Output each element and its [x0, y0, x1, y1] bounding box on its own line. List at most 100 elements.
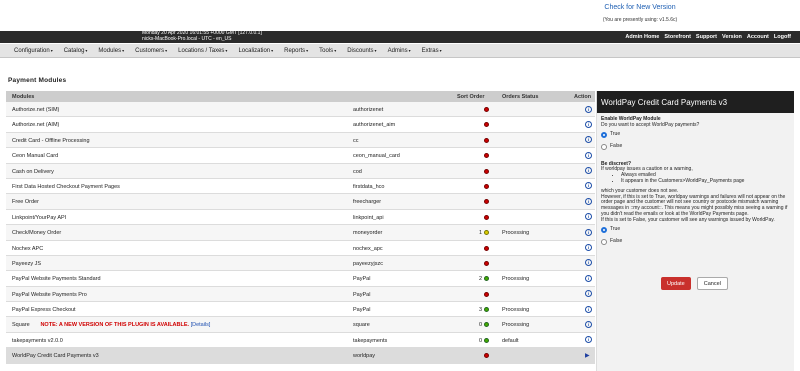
menu-admins[interactable]: Admins: [388, 48, 411, 54]
enable-true-option[interactable]: True: [601, 131, 790, 138]
discreet-false-option[interactable]: False: [601, 238, 790, 245]
table-row[interactable]: Authorize.net (AIM) authorizenet_aim i: [6, 117, 595, 133]
module-code: cc: [353, 137, 359, 144]
sort-order: 0: [478, 322, 482, 329]
menu-configuration[interactable]: Configuration: [14, 48, 53, 54]
sort-order: 1: [478, 230, 482, 237]
current-version-text: (You are presently using: v1.5.6c): [602, 17, 678, 23]
table-row[interactable]: Free Order freecharger i: [6, 194, 595, 210]
info-icon[interactable]: i: [585, 305, 592, 313]
module-name: Payeezy JS: [12, 260, 42, 267]
info-icon[interactable]: i: [585, 259, 592, 267]
table-row[interactable]: First Data Hosted Checkout Payment Pages…: [6, 178, 595, 195]
status-dot-icon: [484, 168, 489, 174]
module-code: authorizenet_aim: [353, 122, 396, 129]
status-dot-icon: [484, 307, 489, 313]
info-icon[interactable]: i: [585, 274, 592, 282]
table-row[interactable]: Square NOTE: A NEW VERSION OF THIS PLUGI…: [6, 317, 595, 333]
col-sort-order: Sort Order: [457, 93, 485, 100]
logoff-link[interactable]: Logoff: [774, 34, 791, 40]
table-row[interactable]: PayPal Website Payments Pro PayPal i: [6, 286, 595, 303]
table-body: Authorize.net (SIM) authorizenet i Authoriz…: [6, 102, 595, 364]
admin-header-bar: Monday 20 Apr 2020 16:01:55 +0000 GMT [1…: [0, 30, 800, 43]
col-action: Action: [574, 93, 592, 100]
menu-catalog[interactable]: Catalog: [64, 48, 88, 54]
module-code: linkpoint_api: [353, 214, 384, 221]
sort-order: 3: [478, 307, 482, 314]
info-icon[interactable]: i: [585, 182, 592, 190]
table-row[interactable]: Cash on Delivery cod i: [6, 163, 595, 179]
account-link[interactable]: Account: [747, 34, 769, 40]
radio-icon[interactable]: [601, 143, 607, 150]
info-icon[interactable]: i: [585, 228, 592, 236]
table-row[interactable]: Ceon Manual Card ceon_manual_card i: [6, 148, 595, 164]
module-name: takepayments v2.0.0: [12, 337, 63, 344]
check-version-link[interactable]: Check for New Version: [560, 4, 720, 11]
order-status: Processing: [502, 276, 530, 283]
version-link[interactable]: Version: [722, 34, 742, 40]
radio-icon[interactable]: [601, 238, 607, 245]
order-status: Processing: [502, 307, 530, 314]
status-dot-icon: [484, 260, 489, 266]
enable-false-option[interactable]: False: [601, 143, 790, 150]
info-icon[interactable]: i: [585, 336, 592, 344]
module-name: Authorize.net (AIM): [12, 122, 60, 129]
discreet-p3: If this is set to False, your customer w…: [601, 216, 775, 223]
status-dot-icon: [484, 337, 489, 343]
update-button[interactable]: Update: [661, 277, 691, 290]
module-code: takepayments: [353, 337, 388, 344]
info-icon[interactable]: i: [585, 120, 592, 128]
table-row[interactable]: Nochex APC nochex_apc i: [6, 240, 595, 256]
info-icon[interactable]: i: [585, 167, 592, 175]
info-icon[interactable]: i: [585, 151, 592, 159]
info-icon[interactable]: i: [585, 197, 592, 205]
status-dot-icon: [484, 245, 489, 251]
cancel-button[interactable]: Cancel: [696, 277, 728, 290]
module-code: payeezyjszc: [353, 260, 383, 267]
info-icon[interactable]: i: [585, 320, 592, 328]
table-row[interactable]: takepayments v2.0.0 takepayments 0 default i: [6, 332, 595, 349]
table-row[interactable]: Linkpoint/YourPay API linkpoint_api i: [6, 209, 595, 226]
table-row[interactable]: WorldPay Credit Card Payments v3 worldpay…: [6, 348, 595, 364]
module-config-panel: WorldPay Credit Card Payments v3 Enable …: [596, 91, 794, 371]
info-icon[interactable]: i: [585, 290, 592, 298]
version-check: Check for New Version (You are presently…: [560, 4, 720, 23]
discreet-true-option[interactable]: True: [601, 226, 790, 233]
table-row[interactable]: Check/Money Order moneyorder 1 Processing i: [6, 225, 595, 241]
module-name: Square NOTE: A NEW VERSION OF THIS PLUGI…: [12, 322, 211, 329]
info-icon[interactable]: i: [585, 136, 592, 144]
menu-localization[interactable]: Localization: [238, 48, 273, 54]
support-link[interactable]: Support: [696, 34, 717, 40]
menu-reports[interactable]: Reports: [284, 48, 308, 54]
module-name: Ceon Manual Card: [12, 153, 59, 160]
info-icon[interactable]: i: [585, 105, 592, 113]
storefront-link[interactable]: Storefront: [664, 34, 691, 40]
radio-selected-icon[interactable]: [601, 131, 607, 138]
order-status: Processing: [502, 230, 530, 237]
menu-extras[interactable]: Extras: [422, 48, 442, 54]
table-row[interactable]: Authorize.net (SIM) authorizenet i: [6, 102, 595, 118]
info-icon[interactable]: i: [585, 213, 592, 221]
details-link[interactable]: [Details]: [191, 322, 211, 328]
menu-customers[interactable]: Customers: [135, 48, 167, 54]
table-row[interactable]: PayPal Website Payments Standard PayPal 2 P…: [6, 271, 595, 287]
sort-order: 0: [478, 337, 482, 344]
info-icon[interactable]: i: [585, 244, 592, 252]
sort-order: 2: [478, 276, 482, 283]
menu-discounts[interactable]: Discounts: [347, 48, 376, 54]
discreet-p2: However, if this is set to True, worldpa…: [601, 193, 788, 217]
status-dot-icon: [484, 153, 489, 159]
menu-modules[interactable]: Modules: [98, 48, 124, 54]
table-row[interactable]: PayPal Express Checkout PayPal 3 Processing…: [6, 302, 595, 318]
module-name: Check/Money Order: [12, 230, 62, 237]
menu-tools[interactable]: Tools: [319, 48, 336, 54]
module-code: square: [353, 322, 370, 329]
admin-home-link[interactable]: Admin Home: [625, 34, 659, 40]
radio-selected-icon[interactable]: [601, 226, 607, 233]
status-dot-icon: [484, 353, 489, 359]
server-info: Monday 20 Apr 2020 16:01:55 +0000 GMT [1…: [142, 30, 262, 42]
table-row[interactable]: Payeezy JS payeezyjszc i: [6, 255, 595, 272]
table-row[interactable]: Credit Card - Offline Processing cc i: [6, 132, 595, 149]
menu-locations-taxes[interactable]: Locations / Taxes: [178, 48, 227, 54]
status-dot-icon: [484, 291, 489, 297]
